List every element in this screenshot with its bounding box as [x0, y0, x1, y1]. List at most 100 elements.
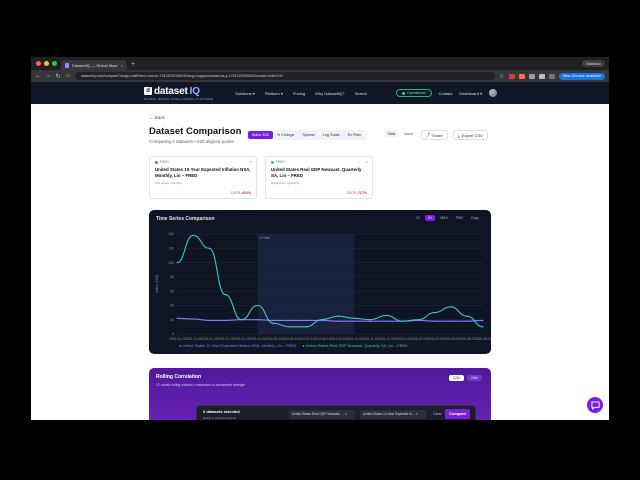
series-point	[208, 247, 210, 249]
selection-hint: Ready to compare (max 4)	[203, 416, 237, 420]
x-tick-label: 2024-01-01	[201, 337, 218, 341]
site-header: d dataset IQ GLOBAL MACRO INTELLIGENCE PL…	[31, 82, 609, 104]
nav-pricing[interactable]: Pricing	[293, 91, 305, 96]
back-arrow-icon[interactable]: ←	[35, 73, 41, 79]
extension-icon[interactable]	[518, 73, 525, 79]
address-bar: ← → ↻ ⌂ datasetiq.com/compare?slugs=usif…	[31, 70, 609, 82]
series-swatch-icon	[271, 160, 274, 164]
time-series-panel: AI Intel 0 20 40 60 80 100 120 140 Index (100) 202…	[149, 210, 491, 354]
chat-button[interactable]	[587, 397, 603, 413]
x-tick-label: 2024-05-01	[265, 337, 282, 341]
maximize-window-icon[interactable]	[52, 61, 57, 66]
x-tick-label: 2025-02-01	[410, 337, 427, 341]
series-point	[289, 326, 291, 328]
compare-button[interactable]: Compare	[445, 409, 471, 419]
mode-index-100[interactable]: Index 100	[248, 131, 273, 139]
range-selector: 1Y 5Y MAX PNG Copy	[413, 215, 482, 221]
extension-icon[interactable]	[528, 73, 535, 79]
dataset-card[interactable]: FRED × United States 10-Year Expected In…	[149, 156, 257, 199]
selected-dataset-chip[interactable]: United States Real GDP Nowcast, … ×	[289, 410, 355, 419]
nav-platform[interactable]: Platform ▾	[265, 91, 283, 96]
legend-item[interactable]: ● United States 10-Year Expected Inflati…	[179, 344, 296, 348]
forward-arrow-icon[interactable]: →	[45, 73, 51, 79]
series-point	[434, 320, 436, 322]
series-point	[401, 320, 404, 322]
home-icon[interactable]: ⌂	[65, 73, 71, 79]
mode-spread[interactable]: Spread	[298, 131, 318, 139]
reload-icon[interactable]: ↻	[55, 73, 61, 80]
series-point	[176, 261, 178, 264]
export-png-button[interactable]: PNG	[453, 215, 466, 221]
series-point	[289, 319, 291, 322]
tab-bar: DatasetIQ — Global Macro Int… × + Glassi…	[31, 57, 609, 70]
nav-solutions[interactable]: Solutions ▾	[235, 91, 255, 96]
back-link[interactable]: ← Back	[149, 115, 165, 120]
copy-button[interactable]: Copy	[468, 215, 482, 221]
y-tick-label: 100	[168, 261, 174, 265]
logo-suffix: IQ	[189, 85, 200, 97]
download-icon: ⤓	[458, 132, 460, 138]
nav-search[interactable]: Search	[354, 91, 367, 96]
relaunch-button[interactable]: New Chrome available	[558, 72, 605, 80]
window-12m[interactable]: 12M	[449, 375, 464, 381]
extension-icon[interactable]	[548, 73, 555, 79]
series-point	[369, 319, 371, 321]
window-24m[interactable]: 24M	[467, 375, 482, 381]
close-window-icon[interactable]	[36, 61, 41, 66]
grid-on-option[interactable]: Grid	[385, 131, 399, 137]
remove-dataset-icon[interactable]: ×	[250, 159, 252, 164]
nav-dashboard[interactable]: Dashboard ▾	[459, 91, 482, 96]
chart-title: Time Series Comparison	[156, 216, 215, 222]
series-point	[466, 315, 468, 317]
card-meta: 516 points • Monthly	[155, 181, 183, 185]
series-point	[224, 294, 226, 296]
dataset-card[interactable]: FRED × United States Real GDP Nowcast, Q…	[265, 156, 373, 199]
export-csv-button[interactable]: ⤓ Export CSV	[453, 130, 488, 140]
mode-percent-change[interactable]: % Change	[273, 131, 299, 139]
range-max[interactable]: MAX	[437, 215, 450, 221]
x-tick-label: 2024-10-01	[346, 337, 363, 341]
mode-log-scale[interactable]: Log Scale	[319, 131, 344, 139]
range-5y[interactable]: 5Y	[425, 215, 436, 221]
clear-button[interactable]: Clear	[433, 412, 442, 416]
x-tick-label: 2024-03-01	[233, 337, 250, 341]
y-axis-label: Index (100)	[155, 275, 159, 293]
remove-dataset-icon[interactable]: ×	[366, 159, 368, 164]
close-tab-icon[interactable]: ×	[121, 63, 123, 68]
new-tab-button[interactable]: +	[131, 60, 135, 70]
card-source-label: FRED	[160, 160, 169, 164]
star-icon[interactable]: ☆	[499, 73, 505, 80]
series-point	[192, 318, 194, 320]
grid-off-option[interactable]: None	[404, 132, 413, 136]
y-tick-label: 20	[170, 318, 174, 322]
logo[interactable]: d dataset IQ GLOBAL MACRO INTELLIGENCE PL…	[144, 86, 213, 101]
x-tick-label: 2025-01-01	[394, 337, 411, 341]
nav-contact[interactable]: Contact	[439, 91, 453, 96]
profile-chip[interactable]: Glassico	[581, 60, 605, 67]
time-series-chart[interactable]: AI Intel 0 20 40 60 80 100 120 140 Index (100) 202…	[149, 210, 491, 354]
mode-ex-filter[interactable]: Ex Filter	[344, 131, 366, 139]
url-field[interactable]: datasetiq.com/compare?slugs=usiflfrdlrcl…	[75, 72, 495, 80]
x-tick-label: 2025-03-01	[427, 337, 444, 341]
series-point	[192, 234, 194, 237]
series-point	[482, 319, 484, 322]
series-point	[240, 319, 243, 321]
avatar[interactable]	[489, 89, 498, 97]
share-button[interactable]: ⤴ Share	[421, 130, 448, 140]
series-swatch-icon	[155, 160, 158, 164]
browser-tab[interactable]: DatasetIQ — Global Macro Int… ×	[61, 60, 127, 70]
highlight-band	[257, 234, 355, 334]
selected-dataset-chip[interactable]: United States 10-Year Expected In… ×	[360, 410, 426, 419]
x-tick-label: 2024-02-01	[217, 337, 234, 341]
minimize-window-icon[interactable]	[44, 61, 49, 66]
extension-icon[interactable]	[508, 73, 515, 79]
status-badge[interactable]: Operational	[396, 89, 432, 97]
y-tick-label: 140	[168, 232, 174, 236]
extension-icon[interactable]	[538, 73, 545, 79]
cagr-label: CAGR	[230, 191, 240, 195]
series-point	[273, 319, 275, 322]
nav-why[interactable]: Why DatasetIQ?	[315, 91, 344, 96]
range-1y[interactable]: 1Y	[413, 215, 423, 221]
y-tick-label: 0	[172, 332, 174, 336]
legend-item[interactable]: ● United States Real GDP Nowcast, Quarte…	[302, 344, 407, 348]
